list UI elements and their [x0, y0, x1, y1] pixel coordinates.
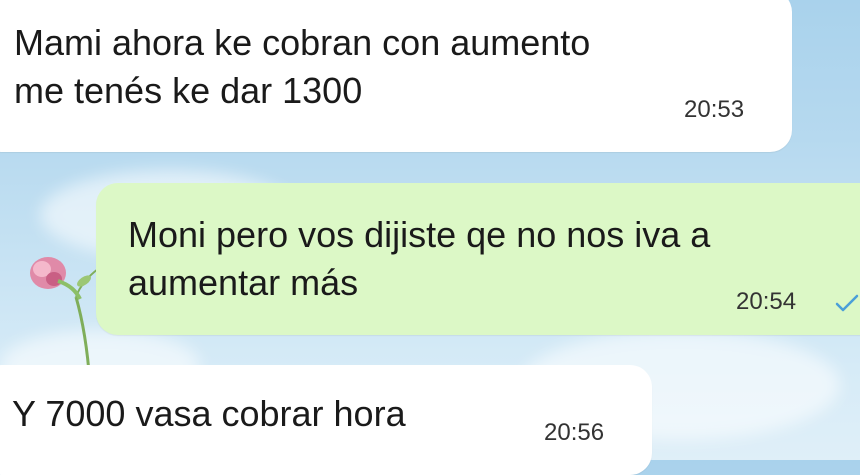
message-text-line: aumentar más	[128, 262, 359, 303]
message-bubble-incoming[interactable]: Y 7000 vasa cobrar hora 20:56	[0, 365, 652, 475]
message-timestamp: 20:56	[544, 419, 605, 446]
message-timestamp: 20:54	[736, 288, 797, 315]
message-text-line: Y 7000 vasa cobrar hora	[12, 393, 406, 434]
message-bubble-incoming[interactable]: Mami ahora ke cobran con aumento me tené…	[0, 0, 792, 152]
single-check-icon	[835, 294, 859, 312]
message-timestamp: 20:53	[684, 96, 745, 123]
message-text-line: Moni pero vos dijiste qe no nos iva a	[128, 214, 711, 255]
message-bubble-outgoing[interactable]: Moni pero vos dijiste qe no nos iva a au…	[96, 183, 860, 335]
message-text-line: Mami ahora ke cobran con aumento	[14, 22, 591, 63]
flower-wallpaper-icon	[30, 257, 99, 385]
message-text-line: me tenés ke dar 1300	[14, 70, 363, 111]
